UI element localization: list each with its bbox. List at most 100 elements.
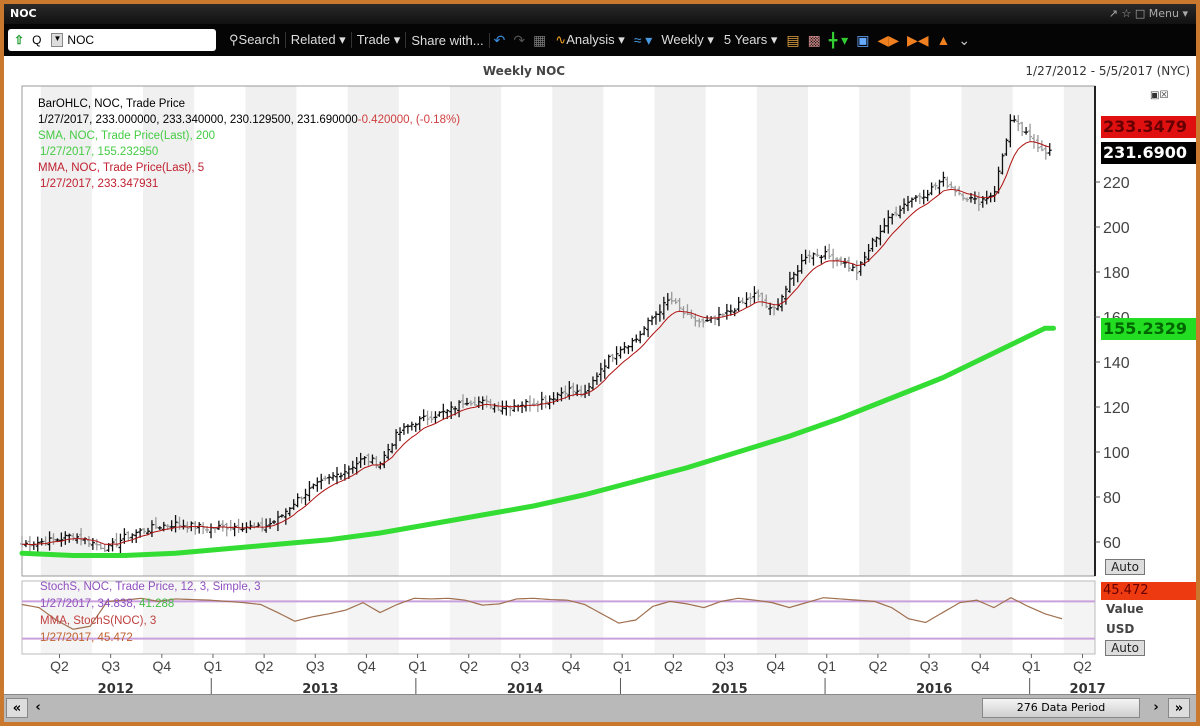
compare-icon[interactable]: ▩ bbox=[808, 32, 821, 49]
ohlc-bar bbox=[335, 466, 340, 485]
last-price-tag: 231.6900 bbox=[1101, 142, 1196, 164]
chart-area: Weekly NOC 1/27/2012 - 5/5/2017 (NYC) 60… bbox=[4, 56, 1196, 698]
ohlc-bar bbox=[110, 538, 115, 552]
wave-icon[interactable]: ≈ ▾ bbox=[634, 32, 653, 49]
redo-icon[interactable]: ↷ bbox=[513, 32, 525, 49]
ohlc-bar bbox=[953, 185, 958, 197]
y-tick-label: 80 bbox=[1103, 490, 1121, 507]
ohlc-bar bbox=[433, 411, 438, 424]
ohlc-bar bbox=[713, 315, 718, 326]
ohlc-bar bbox=[630, 337, 635, 352]
chart-type-icon[interactable]: ▤ bbox=[786, 32, 799, 49]
stoch-auto-button[interactable]: Auto bbox=[1105, 640, 1145, 656]
x-quarter-label: Q1 bbox=[204, 658, 223, 674]
shrink-horizontal-icon[interactable]: ▶◀ bbox=[907, 32, 929, 49]
scroll-first-button[interactable]: « bbox=[6, 698, 28, 718]
ohlc-bar bbox=[854, 260, 859, 281]
folder-icon[interactable]: ▦ bbox=[533, 32, 546, 49]
quarter-band bbox=[961, 86, 1013, 576]
ohlc-bar bbox=[748, 292, 753, 306]
security-input[interactable]: ⇧ Q ▼ NOC bbox=[8, 29, 216, 51]
security-value[interactable]: NOC bbox=[67, 33, 94, 47]
x-quarter-label: Q2 bbox=[50, 658, 69, 674]
ohlc-bar bbox=[831, 248, 836, 269]
toolbar: ⇧ Q ▼ NOC ⚲Search Related ▾ Trade ▾ Shar… bbox=[4, 24, 1196, 56]
zoom-box-icon[interactable]: ▣ bbox=[856, 32, 869, 49]
ohlc-bar bbox=[417, 416, 422, 431]
quarter-band bbox=[859, 86, 911, 576]
frequency-menu[interactable]: Weekly ▾ bbox=[656, 32, 719, 48]
ohlc-bar bbox=[925, 189, 930, 202]
y-tick-label: 60 bbox=[1103, 535, 1121, 552]
ohlc-bar bbox=[232, 522, 237, 537]
sma-legend-value: 1/27/2017, 155.232950 bbox=[40, 146, 159, 158]
ohlc-bar bbox=[504, 400, 509, 416]
ohlc-bar bbox=[405, 424, 410, 434]
scroll-prev-button[interactable]: ‹ bbox=[32, 698, 44, 718]
ohlc-bar bbox=[319, 473, 324, 490]
popout-icon[interactable]: ↗ bbox=[1109, 7, 1118, 20]
related-menu[interactable]: Related ▾ bbox=[286, 32, 352, 48]
ohlc-bar bbox=[303, 488, 308, 506]
price-auto-button[interactable]: Auto bbox=[1105, 559, 1145, 575]
ohlc-bar bbox=[520, 401, 525, 414]
stoch-legend-value-a: 1/27/2017, 34.838, bbox=[40, 598, 136, 610]
ohlc-bar bbox=[539, 391, 544, 410]
close-icon[interactable]: ☒ bbox=[1159, 90, 1168, 101]
ohlc-bar bbox=[1012, 115, 1017, 123]
expand-vertical-icon[interactable]: ▲ bbox=[937, 32, 951, 48]
quarter-band bbox=[1063, 86, 1095, 576]
ohlc-bar bbox=[134, 529, 139, 544]
pin-icon[interactable]: ☆ bbox=[1121, 7, 1131, 20]
expand-horizontal-icon[interactable]: ◀▶ bbox=[877, 32, 899, 49]
undo-icon[interactable]: ↶ bbox=[494, 32, 506, 49]
window-icon[interactable]: □ bbox=[1135, 7, 1145, 20]
time-scrollbar[interactable]: « ‹ 276 Data Period › » bbox=[4, 694, 1196, 722]
scroll-next-button[interactable]: › bbox=[1150, 698, 1162, 718]
ohlc-bar bbox=[535, 400, 540, 413]
ohlc-bar bbox=[642, 326, 647, 336]
share-button[interactable]: Share with... bbox=[406, 32, 490, 48]
up-arrow-icon: ⇧ bbox=[14, 33, 25, 47]
ohlc-bar bbox=[622, 342, 627, 354]
crosshair-icon[interactable]: ╋ ▾ bbox=[829, 32, 848, 49]
more-icon[interactable]: ⌄ bbox=[958, 32, 970, 49]
range-menu[interactable]: 5 Years ▾ bbox=[719, 32, 783, 48]
quarter-band bbox=[654, 581, 706, 654]
ohlc-bar bbox=[114, 532, 119, 548]
app-window: NOC ↗ ☆ □ Menu ▾ ⇧ Q ▼ NOC ⚲Search Relat… bbox=[4, 4, 1196, 722]
search-button[interactable]: ⚲Search bbox=[224, 32, 286, 48]
ohlc-bar bbox=[811, 252, 816, 266]
x-quarter-label: Q4 bbox=[357, 658, 376, 674]
analysis-menu[interactable]: ∿Analysis ▾ bbox=[550, 32, 629, 48]
menu-button[interactable]: Menu ▾ bbox=[1149, 7, 1188, 20]
currency-label: USD bbox=[1106, 622, 1135, 636]
ohlc-bar bbox=[846, 256, 851, 272]
ohlc-bar bbox=[224, 522, 229, 537]
ohlc-bar bbox=[917, 192, 922, 204]
quarter-band bbox=[654, 86, 706, 576]
quarter-band bbox=[552, 581, 604, 654]
ohlc-bar bbox=[31, 541, 36, 550]
data-period-button[interactable]: 276 Data Period bbox=[982, 698, 1140, 718]
ohlc-bar bbox=[650, 315, 655, 326]
ohlc-bar bbox=[126, 531, 131, 542]
scroll-last-button[interactable]: » bbox=[1168, 698, 1190, 718]
ohlc-bar bbox=[614, 346, 619, 365]
ohlc-bar bbox=[441, 403, 446, 420]
ohlc-bar bbox=[437, 411, 442, 417]
ohlc-bar bbox=[937, 179, 942, 195]
stoch-tag: 45.472 bbox=[1101, 582, 1196, 600]
market-selector[interactable]: Q bbox=[32, 33, 41, 47]
ohlc-bar bbox=[98, 542, 103, 550]
ohlc-bar bbox=[752, 286, 757, 304]
ohlc-bar bbox=[705, 315, 710, 322]
ohlc-bar bbox=[23, 540, 28, 548]
trade-menu[interactable]: Trade ▾ bbox=[352, 32, 407, 48]
dropdown-icon[interactable]: ▼ bbox=[51, 33, 64, 47]
y-tick-label: 140 bbox=[1103, 355, 1130, 372]
quarter-band bbox=[756, 581, 809, 654]
ohlc-bar bbox=[315, 477, 320, 492]
ohlc-bar bbox=[941, 171, 946, 187]
panel-controls[interactable]: ▣☒ bbox=[1150, 90, 1168, 101]
